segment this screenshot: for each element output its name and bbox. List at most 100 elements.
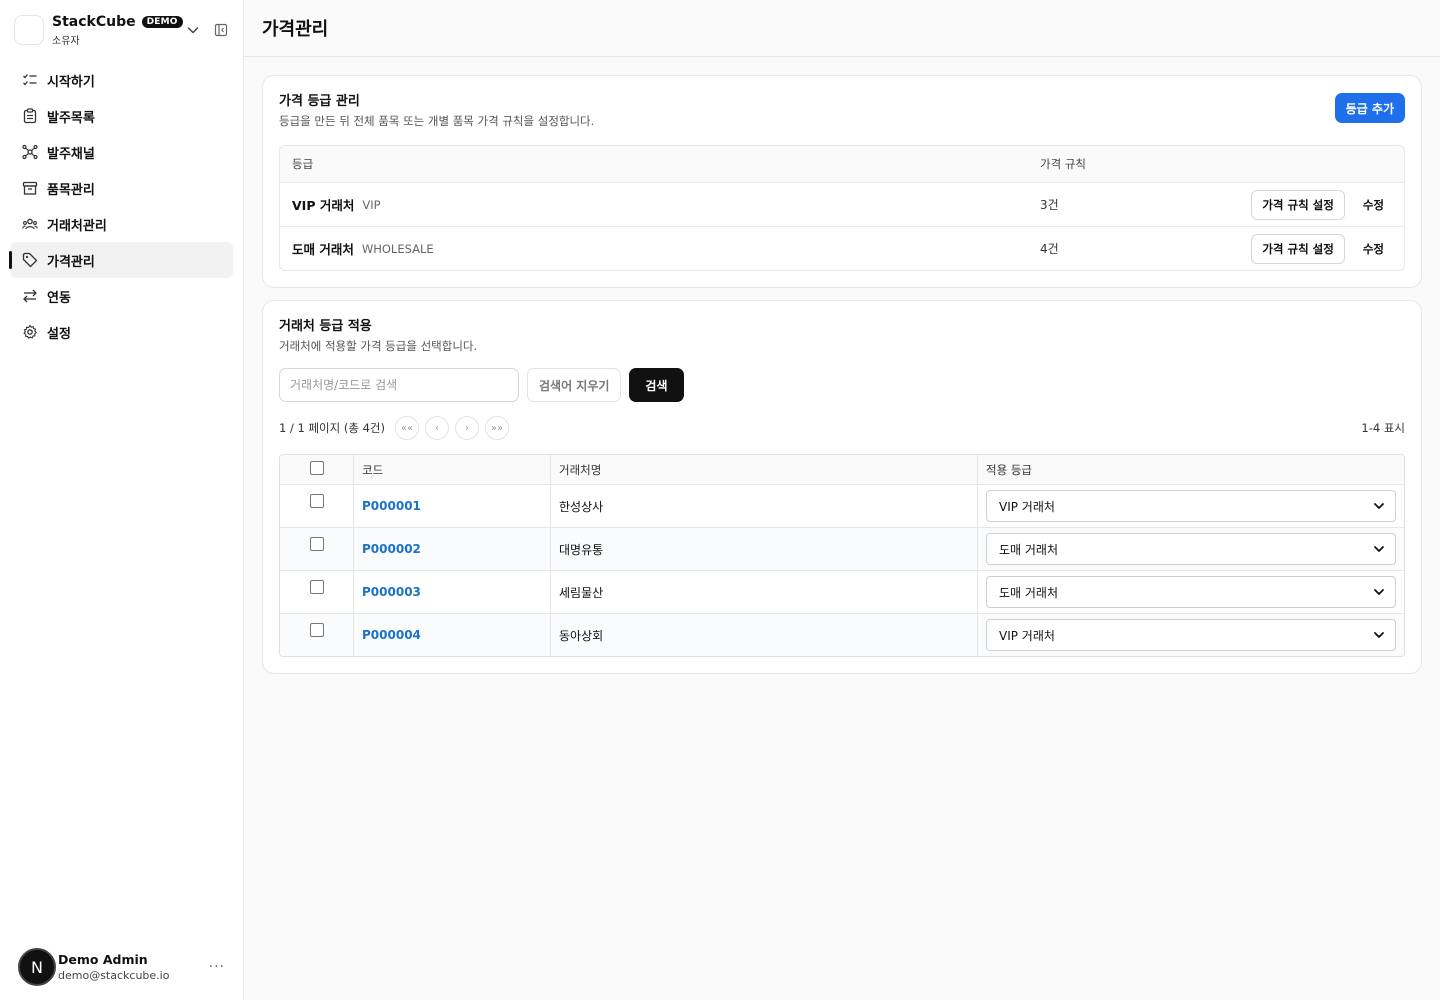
- rule-count: 3건: [1040, 198, 1059, 212]
- row-actions: 가격 규칙 설정 수정: [1160, 233, 1404, 264]
- sidebar-item-integrations[interactable]: 연동: [10, 278, 233, 314]
- grade-cell: VIP 거래처: [977, 485, 1404, 527]
- demo-badge: DEMO: [141, 15, 183, 28]
- search-button[interactable]: 검색: [629, 368, 684, 402]
- brand-name: StackCube: [52, 13, 136, 30]
- page-title: 가격관리: [262, 19, 329, 40]
- grade-select-value: 도매 거래처: [999, 542, 1059, 557]
- table-header: 등급 가격 규칙: [280, 146, 1404, 182]
- customer-grade-card: 거래처 등급 적용 거래처에 적용할 가격 등급을 선택합니다. 검색어 지우기…: [262, 300, 1422, 674]
- table-row: P000003 세림물산 도매 거래처: [280, 570, 1404, 613]
- row-actions: 가격 규칙 설정 수정: [1160, 189, 1404, 220]
- card-description: 등급을 만든 뒤 전체 품목 또는 개별 품목 가격 규칙을 설정합니다.: [279, 114, 595, 128]
- sidebar: StackCube DEMO 소유자 시작하기 발주목록 발주채널 품목관리 거…: [0, 0, 244, 1000]
- grade-cell: 도매 거래처 WHOLESALE: [280, 239, 1040, 258]
- customer-code-link[interactable]: P000004: [362, 628, 421, 642]
- column-header-applied-grade: 적용 등급: [977, 455, 1404, 484]
- user-name: Demo Admin: [58, 952, 148, 967]
- customer-name: 세림물산: [559, 585, 604, 600]
- grade-code: VIP: [362, 197, 381, 212]
- prev-page-button[interactable]: ‹: [424, 416, 449, 440]
- clear-search-button[interactable]: 검색어 지우기: [527, 368, 622, 402]
- grade-name: 도매 거래처: [292, 242, 354, 257]
- brand-role: 소유자: [52, 35, 80, 47]
- brand-name-row: StackCube DEMO: [52, 14, 185, 30]
- archive-box-icon: [22, 180, 38, 196]
- users-icon: [22, 216, 38, 232]
- grade-select-value: VIP 거래처: [999, 628, 1055, 643]
- search-row: 검색어 지우기 검색: [279, 368, 1405, 402]
- chevron-down-icon: [1373, 629, 1385, 641]
- card-heading: 거래처 등급 적용 거래처에 적용할 가격 등급을 선택합니다.: [279, 315, 477, 354]
- name-cell: 동아상회: [550, 614, 977, 656]
- sidebar-item-label: 연동: [47, 290, 71, 306]
- sidebar-item-settings[interactable]: 설정: [10, 314, 233, 350]
- clipboard-icon: [22, 108, 38, 124]
- add-grade-button[interactable]: 등급 추가: [1334, 93, 1405, 123]
- grade-cell: VIP 거래처: [977, 614, 1404, 656]
- chevron-down-icon[interactable]: [185, 22, 201, 38]
- sidebar-item-orders[interactable]: 발주목록: [10, 98, 233, 134]
- sidebar-item-label: 설정: [47, 326, 71, 342]
- brand-actions: [185, 22, 229, 38]
- customer-code-link[interactable]: P000002: [362, 542, 421, 556]
- row-checkbox[interactable]: [309, 623, 324, 637]
- grade-select[interactable]: VIP 거래처: [986, 619, 1396, 651]
- tag-icon: [22, 252, 38, 268]
- rule-count: 4건: [1040, 242, 1059, 256]
- grade-cell: 도매 거래처: [977, 571, 1404, 613]
- row-checkbox[interactable]: [309, 537, 324, 551]
- search-input[interactable]: [279, 368, 519, 402]
- last-page-button[interactable]: »»: [484, 416, 509, 440]
- brand-logo[interactable]: [14, 15, 44, 45]
- edit-grade-button[interactable]: 수정: [1351, 234, 1396, 264]
- network-icon: [22, 144, 38, 160]
- first-page-button[interactable]: ««: [394, 416, 419, 440]
- edit-grade-button[interactable]: 수정: [1351, 190, 1396, 220]
- select-all-checkbox[interactable]: [309, 460, 324, 475]
- card-title: 거래처 등급 적용: [279, 319, 372, 334]
- sidebar-item-label: 시작하기: [47, 74, 95, 90]
- select-all-cell: [280, 455, 353, 484]
- price-rule-settings-button[interactable]: 가격 규칙 설정: [1251, 233, 1345, 264]
- sidebar-item-customers[interactable]: 거래처관리: [10, 206, 233, 242]
- table-row: 도매 거래처 WHOLESALE 4건 가격 규칙 설정 수정: [280, 226, 1404, 270]
- sidebar-item-products[interactable]: 품목관리: [10, 170, 233, 206]
- grade-name: VIP 거래처: [292, 198, 355, 213]
- user-email: demo@stackcube.io: [58, 969, 170, 982]
- table-row: P000002 대명유통 도매 거래처: [280, 527, 1404, 570]
- sidebar-toggle-icon[interactable]: [213, 22, 229, 38]
- table-row: P000004 동아상회 VIP 거래처: [280, 613, 1404, 656]
- grade-select[interactable]: VIP 거래처: [986, 490, 1396, 522]
- customer-name: 동아상회: [559, 628, 604, 643]
- customer-name: 대명유통: [559, 542, 604, 557]
- customer-code-link[interactable]: P000001: [362, 499, 421, 513]
- card-description: 거래처에 적용할 가격 등급을 선택합니다.: [279, 339, 478, 353]
- grade-select[interactable]: 도매 거래처: [986, 533, 1396, 565]
- sidebar-item-order-channels[interactable]: 발주채널: [10, 134, 233, 170]
- row-checkbox[interactable]: [309, 494, 324, 508]
- user-menu[interactable]: N Demo Admin demo@stackcube.io ···: [0, 934, 243, 1000]
- name-cell: 세림물산: [550, 571, 977, 613]
- sidebar-item-label: 거래처관리: [47, 218, 107, 234]
- row-checkbox[interactable]: [309, 580, 324, 594]
- price-rule-settings-button[interactable]: 가격 규칙 설정: [1251, 189, 1345, 220]
- code-cell: P000003: [353, 571, 550, 613]
- more-options-icon[interactable]: ···: [209, 959, 225, 975]
- checklist-icon: [22, 72, 38, 88]
- grade-code: WHOLESALE: [361, 241, 434, 256]
- sidebar-item-pricing[interactable]: 가격관리: [9, 242, 233, 278]
- card-title: 가격 등급 관리: [279, 94, 360, 109]
- avatar[interactable]: N: [18, 948, 56, 986]
- grade-select[interactable]: 도매 거래처: [986, 576, 1396, 608]
- sidebar-nav: 시작하기 발주목록 발주채널 품목관리 거래처관리 가격관리 연동 설정: [0, 60, 243, 352]
- table-row: VIP 거래처 VIP 3건 가격 규칙 설정 수정: [280, 182, 1404, 226]
- sidebar-item-label: 발주목록: [47, 110, 95, 126]
- row-check-cell: [280, 528, 353, 570]
- next-page-button[interactable]: ›: [454, 416, 479, 440]
- customer-code-link[interactable]: P000003: [362, 585, 421, 599]
- code-cell: P000004: [353, 614, 550, 656]
- gear-icon: [22, 324, 38, 340]
- card-header: 가격 등급 관리 등급을 만든 뒤 전체 품목 또는 개별 품목 가격 규칙을 …: [279, 90, 1405, 129]
- sidebar-item-getting-started[interactable]: 시작하기: [10, 62, 233, 98]
